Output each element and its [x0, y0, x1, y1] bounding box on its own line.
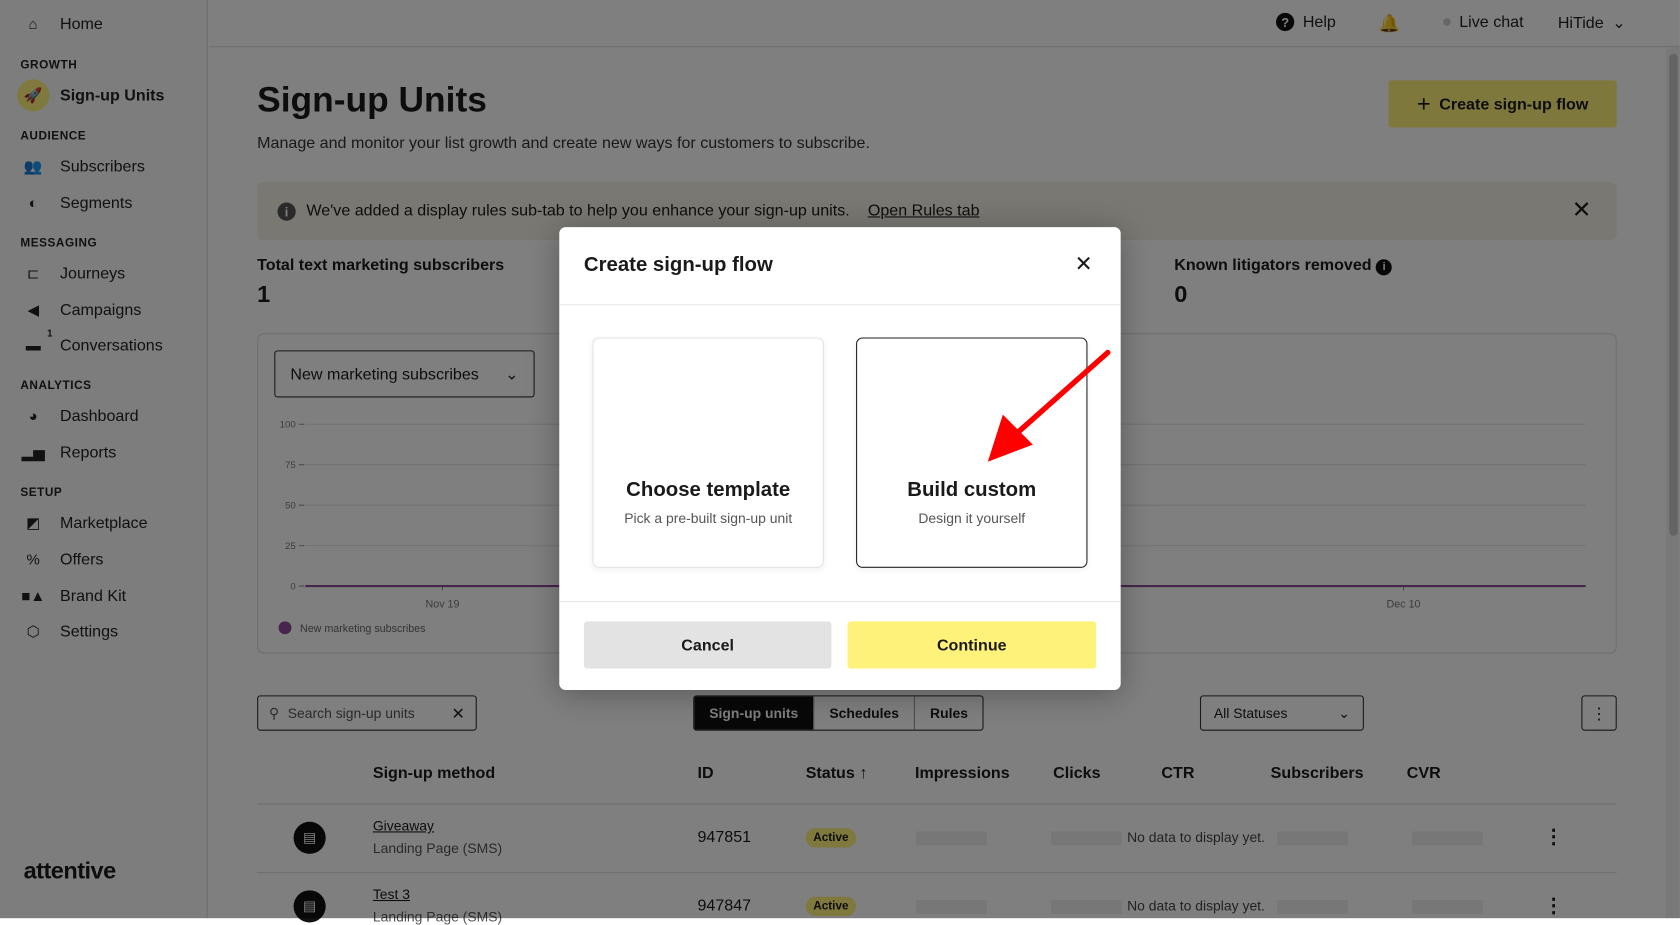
divider	[559, 304, 1121, 306]
cancel-button[interactable]: Cancel	[583, 621, 832, 669]
choose-template-option[interactable]: Choose template Pick a pre-built sign-up…	[592, 337, 824, 568]
modal-title: Create sign-up flow	[583, 253, 773, 277]
continue-button[interactable]: Continue	[847, 621, 1097, 669]
divider	[559, 601, 1121, 603]
annotation-arrow-icon	[987, 349, 1111, 462]
close-icon[interactable]: ✕	[1075, 251, 1093, 278]
